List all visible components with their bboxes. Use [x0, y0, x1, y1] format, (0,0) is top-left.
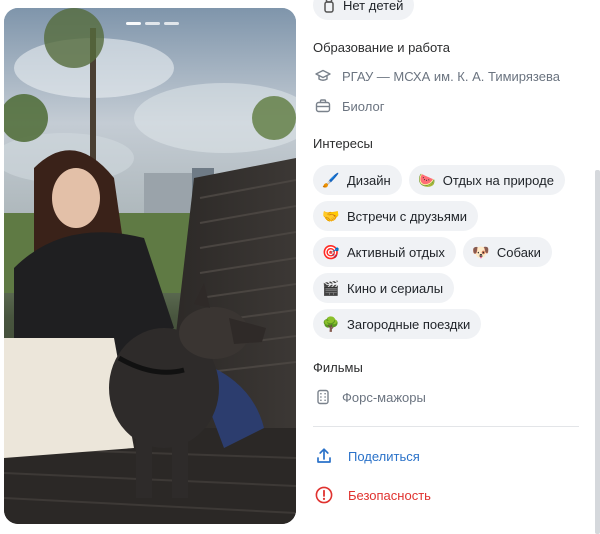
security-label: Безопасность: [348, 487, 431, 503]
film-strip-icon: [317, 389, 329, 405]
interest-label: Встречи с друзьями: [347, 208, 468, 224]
profession-row: Биолог: [315, 98, 384, 114]
film-text: Форс-мажоры: [342, 389, 426, 405]
interest-chip: 🍉 Отдых на природе: [408, 165, 565, 195]
dog-icon: 🐶: [472, 243, 490, 260]
interest-label: Собаки: [496, 244, 541, 260]
interest-label: Дизайн: [347, 172, 391, 188]
interest-label: Кино и сериалы: [347, 280, 444, 296]
interest-label: Отдых на природе: [442, 172, 554, 188]
baby-bottle-icon: [324, 0, 334, 13]
interests-row-4: 🎬 Кино и сериалы: [313, 273, 455, 303]
children-chip: Нет детей: [313, 0, 415, 20]
photo-illustration: [4, 8, 296, 524]
target-icon: 🎯: [322, 243, 340, 260]
clapperboard-icon: 🎬: [322, 279, 340, 296]
children-chip-label: Нет детей: [343, 0, 404, 13]
profile-photo[interactable]: [4, 8, 296, 524]
interests-title: Интересы: [313, 136, 373, 151]
pager-dot-active: [126, 22, 141, 25]
interest-chip: 🎯 Активный отдых: [313, 237, 456, 267]
pager-dot: [145, 22, 160, 25]
warning-circle-icon: [315, 486, 333, 504]
divider: [313, 426, 579, 427]
interest-label: Активный отдых: [347, 244, 445, 260]
interest-chip: 🌳 Загородные поездки: [313, 309, 482, 339]
security-button[interactable]: Безопасность: [315, 486, 431, 504]
graduation-cap-icon: [315, 69, 331, 81]
watermelon-icon: 🍉: [417, 171, 436, 188]
university-text: РГАУ — МСХА им. К. А. Тимирязева: [342, 68, 560, 84]
scrollbar[interactable]: [595, 170, 600, 534]
profession-text: Биолог: [342, 98, 385, 114]
interests-row-2: 🤝 Встречи с друзьями: [313, 201, 479, 231]
interest-chip: 🎬 Кино и сериалы: [313, 273, 455, 303]
paintbrush-icon: 🖌️: [322, 171, 340, 188]
interest-chip: 🐶 Собаки: [462, 237, 552, 267]
share-button[interactable]: Поделиться: [315, 447, 420, 465]
handshake-icon: 🤝: [322, 207, 340, 224]
interest-chip: 🖌️ Дизайн: [313, 165, 402, 195]
pager-dot: [164, 22, 179, 25]
tree-icon: 🌳: [322, 315, 340, 332]
interest-chip: 🤝 Встречи с друзьями: [313, 201, 479, 231]
share-icon: [317, 448, 331, 463]
film-row: Форс-мажоры: [315, 389, 426, 405]
university-row: РГАУ — МСХА им. К. А. Тимирязева: [315, 68, 560, 84]
education-title: Образование и работа: [313, 40, 450, 55]
interests-row-1: 🖌️ Дизайн 🍉 Отдых на природе: [313, 165, 565, 195]
photo-pager: [126, 22, 179, 25]
films-title: Фильмы: [313, 360, 363, 375]
interest-label: Загородные поездки: [347, 316, 471, 332]
interests-row-5: 🌳 Загородные поездки: [313, 309, 482, 339]
share-label: Поделиться: [348, 448, 420, 464]
interests-row-3: 🎯 Активный отдых 🐶 Собаки: [313, 237, 552, 267]
briefcase-icon: [315, 99, 331, 113]
